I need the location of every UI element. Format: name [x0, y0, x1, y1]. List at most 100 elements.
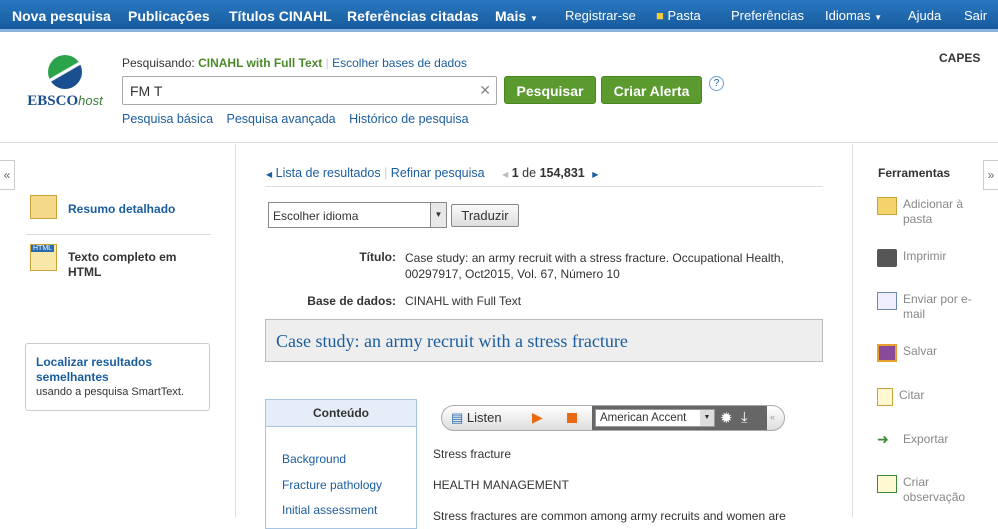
nav-referencias-citadas[interactable]: Referências citadas — [347, 8, 479, 24]
database-value: CINAHL with Full Text — [405, 294, 522, 308]
institution-name: CAPES — [939, 51, 981, 65]
ebsco-logo[interactable]: EBSCOhost — [20, 55, 110, 110]
html-fulltext-icon: HTML — [30, 244, 57, 271]
tool-label: Imprimir — [903, 249, 947, 263]
searching-database: CINAHL with Full Text — [198, 56, 323, 70]
download-icon[interactable]: ⤓ — [741, 409, 748, 426]
tool-create-note[interactable]: Criar observação — [877, 475, 973, 505]
top-navigation: Nova pesquisa Publicações Títulos CINAHL… — [0, 0, 998, 32]
dropdown-arrow-icon: ▼ — [430, 203, 446, 227]
title-value: Case study: an army recruit with a stres… — [405, 251, 784, 281]
nav-publicacoes[interactable]: Publicações — [128, 8, 210, 24]
html-fulltext-link[interactable]: Texto completo em HTML — [68, 250, 198, 280]
result-position: 1 — [511, 166, 519, 180]
search-input[interactable]: FM T ✕ — [122, 76, 497, 105]
language-select-value: Escolher idioma — [273, 209, 359, 223]
divider — [265, 186, 823, 187]
collapse-left-button[interactable]: « — [0, 160, 15, 190]
clear-icon[interactable]: ✕ — [479, 82, 491, 99]
results-list-link[interactable]: ◀ Lista de resultados — [266, 166, 381, 180]
accent-select[interactable]: American Accent ▼ — [595, 409, 715, 427]
folder-icon: ■ — [656, 8, 664, 23]
nav-idiomas-label: Idiomas — [825, 8, 871, 23]
nav-pasta[interactable]: ■ Pasta — [656, 8, 701, 23]
search-history-link[interactable]: Histórico de pesquisa — [349, 112, 469, 126]
nav-sair[interactable]: Sair — [964, 8, 987, 23]
nav-preferencias[interactable]: Preferências — [731, 8, 804, 23]
stop-icon[interactable] — [567, 413, 577, 423]
searching-line: Pesquisando: CINAHL with Full Text | Esc… — [122, 56, 467, 70]
choose-databases-link[interactable]: Escolher bases de dados — [332, 56, 467, 70]
create-alert-button[interactable]: Criar Alerta — [601, 76, 702, 104]
contents-title: Conteúdo — [266, 400, 416, 427]
tool-label: Adicionar à pasta — [903, 197, 964, 226]
contents-link-fracture-pathology[interactable]: Fracture pathology — [282, 473, 416, 499]
expand-right-button[interactable]: » — [983, 160, 998, 190]
nav-nova-pesquisa[interactable]: Nova pesquisa — [12, 8, 111, 24]
chevron-down-icon: ▼ — [530, 14, 538, 23]
logo-globe-icon — [48, 55, 82, 89]
nav-ajuda[interactable]: Ajuda — [908, 8, 941, 23]
note-icon — [877, 475, 897, 493]
searching-label: Pesquisando: — [122, 56, 195, 70]
contents-link-background[interactable]: Background — [282, 447, 416, 473]
tool-print[interactable]: Imprimir — [877, 249, 946, 267]
nav-registrar[interactable]: Registrar-se — [565, 8, 636, 23]
basic-search-link[interactable]: Pesquisa básica — [122, 112, 213, 126]
nav-titulos-cinahl[interactable]: Títulos CINAHL — [229, 8, 332, 24]
tool-label: Exportar — [903, 432, 949, 446]
detailed-record-link[interactable]: Resumo detalhado — [68, 202, 175, 216]
nav-pasta-label: Pasta — [667, 8, 701, 23]
contents-box: Conteúdo Background Fracture pathology I… — [265, 399, 417, 529]
speaker-icon: ▤ — [451, 410, 464, 425]
database-label: Base de dados: — [307, 294, 396, 308]
export-icon: ➜ — [877, 431, 889, 447]
tool-add-to-folder[interactable]: Adicionar à pasta — [877, 197, 983, 227]
logo-text: EBSCOhost — [27, 93, 103, 109]
similar-results-box: Localizar resultados semelhantes usando … — [25, 343, 210, 411]
left-sidebar: « Resumo detalhado HTML Texto completo e… — [0, 144, 236, 517]
email-icon — [877, 292, 897, 310]
nav-idiomas[interactable]: Idiomas ▼ — [825, 8, 882, 23]
voice-panel: American Accent ▼ ✹ ⤓ — [592, 406, 767, 430]
listen-button[interactable]: ▤ Listen — [451, 410, 502, 426]
body-paragraph: Stress fractures are common among army r… — [433, 509, 786, 523]
tools-sidebar: Ferramentas » Adicionar à pasta Imprimir… — [852, 144, 998, 517]
help-icon[interactable]: ? — [709, 76, 724, 91]
search-query: FM T — [130, 83, 163, 99]
tool-cite[interactable]: Citar — [877, 388, 924, 406]
tool-save[interactable]: Salvar — [877, 344, 937, 362]
translate-button[interactable]: Traduzir — [451, 204, 519, 227]
tools-title: Ferramentas — [878, 166, 951, 180]
refine-search-link[interactable]: Refinar pesquisa — [391, 166, 485, 180]
chevron-down-icon: ▼ — [874, 13, 883, 22]
play-icon[interactable]: ▶ — [532, 409, 543, 426]
article-title: Case study: an army recruit with a stres… — [265, 319, 823, 362]
tool-label: Criar observação — [903, 475, 966, 504]
advanced-search-link[interactable]: Pesquisa avançada — [227, 112, 336, 126]
nav-mais[interactable]: Mais ▼ — [495, 8, 538, 24]
tool-export[interactable]: ➜ Exportar — [877, 432, 948, 450]
results-list-label: Lista de resultados — [275, 166, 381, 180]
previous-arrow-icon[interactable]: ◀ — [502, 170, 508, 179]
settings-gear-icon[interactable]: ✹ — [720, 409, 733, 427]
contents-link-initial-assessment[interactable]: Initial assessment — [282, 498, 416, 524]
readspeaker-toolbar: ▤ Listen ▶ American Accent ▼ ✹ ⤓ « — [441, 405, 785, 431]
result-total: 154,831 — [539, 166, 585, 180]
next-arrow-icon[interactable]: ▶ — [592, 170, 598, 179]
folder-icon — [877, 197, 897, 215]
tool-email[interactable]: Enviar por e-mail — [877, 292, 973, 322]
tool-label: Citar — [899, 388, 925, 402]
listen-label: Listen — [466, 410, 502, 425]
collapse-toolbar-icon[interactable]: « — [770, 412, 775, 422]
accent-value: American Accent — [600, 412, 687, 424]
similar-results-subtitle: usando a pesquisa SmartText. — [36, 386, 184, 398]
save-disk-icon — [877, 344, 897, 362]
search-links: Pesquisa básica Pesquisa avançada Histór… — [122, 112, 469, 126]
result-navigation: ◀ Lista de resultados | Refinar pesquisa… — [266, 166, 599, 180]
similar-results-link[interactable]: Localizar resultados semelhantes — [36, 355, 199, 385]
language-select[interactable]: Escolher idioma ▼ — [268, 202, 447, 228]
title-label: Título: — [359, 250, 396, 264]
body-paragraph: Stress fracture — [433, 447, 512, 461]
search-button[interactable]: Pesquisar — [504, 76, 596, 104]
